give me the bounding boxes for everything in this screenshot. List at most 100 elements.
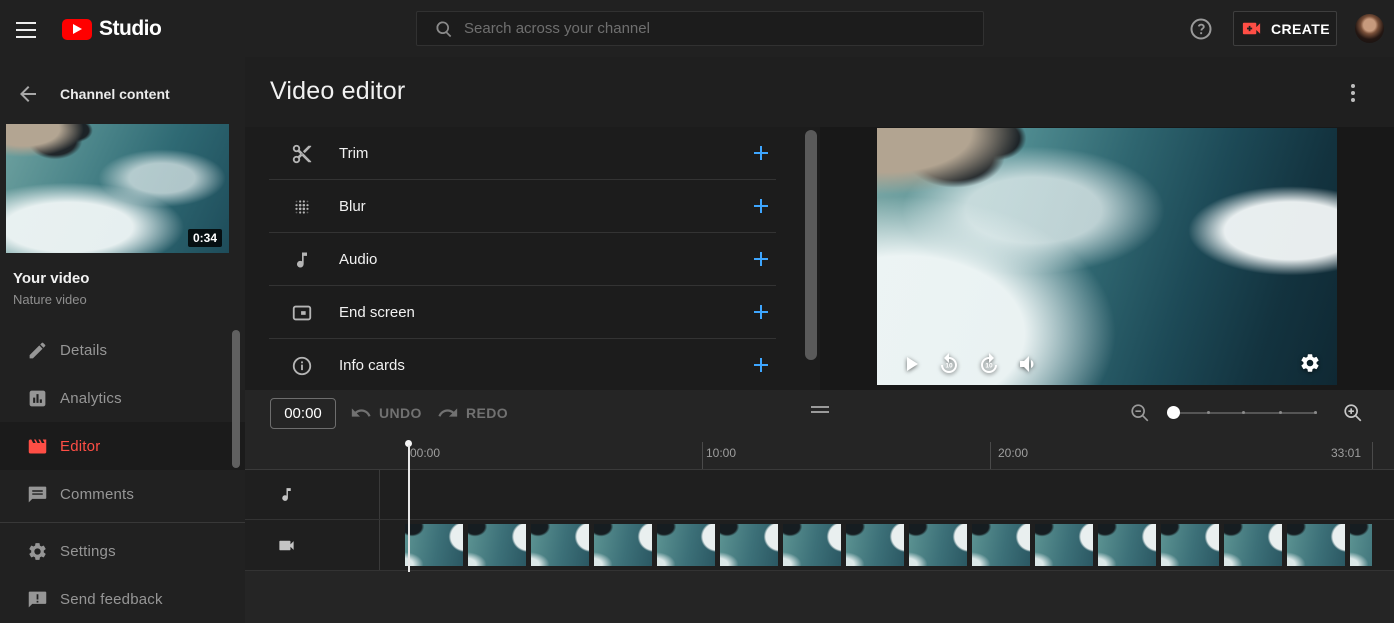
account-avatar[interactable] [1355, 14, 1384, 43]
timeline-zoom-slider[interactable] [1169, 412, 1317, 414]
video-track-lane[interactable] [380, 520, 1394, 570]
sidebar-item-label: Editor [60, 438, 100, 455]
filmstrip-thumb[interactable] [1350, 524, 1372, 566]
undo-icon [350, 402, 372, 424]
back-arrow-icon[interactable] [16, 82, 40, 106]
filmstrip-thumb[interactable] [1098, 524, 1156, 566]
sidebar-item-editor[interactable]: Editor [0, 422, 245, 470]
create-label: CREATE [1271, 21, 1330, 37]
timeline-area: 00:00 10:00 20:00 33:01 [245, 437, 1394, 623]
filmstrip [405, 524, 1372, 566]
video-track-row [245, 520, 1394, 571]
tool-row-blur[interactable]: Blur [245, 180, 820, 233]
pencil-icon [25, 338, 49, 362]
ruler-label: 00:00 [410, 446, 440, 460]
filmstrip-thumb[interactable] [1287, 524, 1345, 566]
sidebar-item-send-feedback[interactable]: Send feedback [0, 575, 245, 623]
video-title: Your video [13, 270, 89, 287]
tool-label: End screen [339, 304, 415, 321]
page-title: Video editor [270, 77, 405, 106]
sidebar-divider [0, 522, 245, 523]
search-bar[interactable] [416, 11, 984, 46]
end-screen-icon [291, 302, 313, 324]
youtube-play-icon [62, 19, 92, 40]
undo-label: UNDO [379, 405, 422, 421]
tools-scrollbar[interactable] [805, 130, 817, 360]
forward-10-button[interactable]: 10 [977, 352, 1001, 376]
movie-icon [25, 434, 49, 458]
filmstrip-thumb[interactable] [468, 524, 526, 566]
audio-track-lane[interactable] [380, 470, 1394, 519]
video-thumbnail[interactable]: 0:34 [6, 124, 229, 253]
rewind-10-button[interactable]: 10 [937, 352, 961, 376]
redo-icon [437, 402, 459, 424]
music-note-icon [291, 249, 313, 271]
tool-row-info-cards[interactable]: Info cards [245, 339, 820, 390]
sidebar-item-details[interactable]: Details [0, 326, 245, 374]
editor-header: Video editor [245, 57, 1394, 127]
tool-row-trim[interactable]: Trim [245, 127, 820, 180]
player-settings-icon[interactable] [1299, 352, 1323, 376]
filmstrip-thumb[interactable] [405, 524, 463, 566]
filmstrip-thumb[interactable] [783, 524, 841, 566]
volume-icon[interactable] [1017, 352, 1041, 376]
add-end-screen-button[interactable] [749, 300, 773, 324]
sidebar-item-settings[interactable]: Settings [0, 527, 245, 575]
svg-text:10: 10 [945, 363, 953, 370]
filmstrip-thumb[interactable] [1224, 524, 1282, 566]
kebab-menu-icon[interactable] [1344, 82, 1362, 104]
sidebar-menu: Details Analytics Editor Comments [0, 326, 245, 623]
panel-resize-handle[interactable] [811, 406, 829, 416]
sidebar-item-comments[interactable]: Comments [0, 470, 245, 518]
sidebar-item-analytics[interactable]: Analytics [0, 374, 245, 422]
add-trim-button[interactable] [749, 141, 773, 165]
bar-chart-icon [25, 386, 49, 410]
editor-content-row: Trim Blur [245, 127, 1394, 390]
filmstrip-thumb[interactable] [1161, 524, 1219, 566]
youtube-studio-logo[interactable]: Studio [62, 17, 161, 41]
play-button[interactable] [899, 352, 923, 376]
create-button[interactable]: CREATE [1233, 11, 1337, 46]
search-input[interactable] [464, 20, 944, 37]
redo-button[interactable]: REDO [437, 402, 508, 424]
app-body: Channel content 0:34 Your video Nature v… [0, 57, 1394, 623]
ruler-tick [990, 442, 991, 469]
sidebar-scrollbar[interactable] [232, 330, 240, 468]
filmstrip-thumb[interactable] [972, 524, 1030, 566]
music-note-icon [275, 484, 297, 506]
add-info-cards-button[interactable] [749, 353, 773, 377]
sidebar-item-label: Comments [60, 486, 134, 503]
tool-row-end-screen[interactable]: End screen [245, 286, 820, 339]
help-icon[interactable] [1189, 17, 1213, 41]
video-subtitle: Nature video [13, 292, 87, 307]
timeline-ruler[interactable]: 00:00 10:00 20:00 33:01 [245, 437, 1394, 470]
filmstrip-thumb[interactable] [909, 524, 967, 566]
zoom-slider-knob[interactable] [1167, 406, 1180, 419]
zoom-in-icon[interactable] [1342, 402, 1364, 424]
add-blur-button[interactable] [749, 194, 773, 218]
channel-content-label[interactable]: Channel content [60, 86, 170, 102]
hamburger-menu-icon[interactable] [14, 17, 38, 41]
tool-label: Blur [339, 198, 366, 215]
zoom-out-icon[interactable] [1129, 402, 1151, 424]
add-audio-button[interactable] [749, 247, 773, 271]
timeline-toolbar: 00:00 UNDO REDO [245, 390, 1394, 437]
filmstrip-thumb[interactable] [720, 524, 778, 566]
video-preview[interactable]: 10 10 [877, 128, 1337, 385]
video-preview-panel: 10 10 [820, 127, 1394, 390]
tool-label: Audio [339, 251, 377, 268]
blur-icon [291, 196, 313, 218]
tool-row-audio[interactable]: Audio [245, 233, 820, 286]
current-time-input[interactable]: 00:00 [270, 398, 336, 429]
filmstrip-thumb[interactable] [594, 524, 652, 566]
filmstrip-thumb[interactable] [531, 524, 589, 566]
filmstrip-thumb[interactable] [657, 524, 715, 566]
video-camera-icon [275, 534, 297, 556]
main-area: Video editor Trim [245, 57, 1394, 623]
filmstrip-thumb[interactable] [1035, 524, 1093, 566]
sidebar-item-label: Analytics [60, 390, 122, 407]
filmstrip-thumb[interactable] [846, 524, 904, 566]
ruler-tick [702, 442, 703, 469]
undo-button[interactable]: UNDO [350, 402, 422, 424]
scissors-icon [291, 143, 313, 165]
